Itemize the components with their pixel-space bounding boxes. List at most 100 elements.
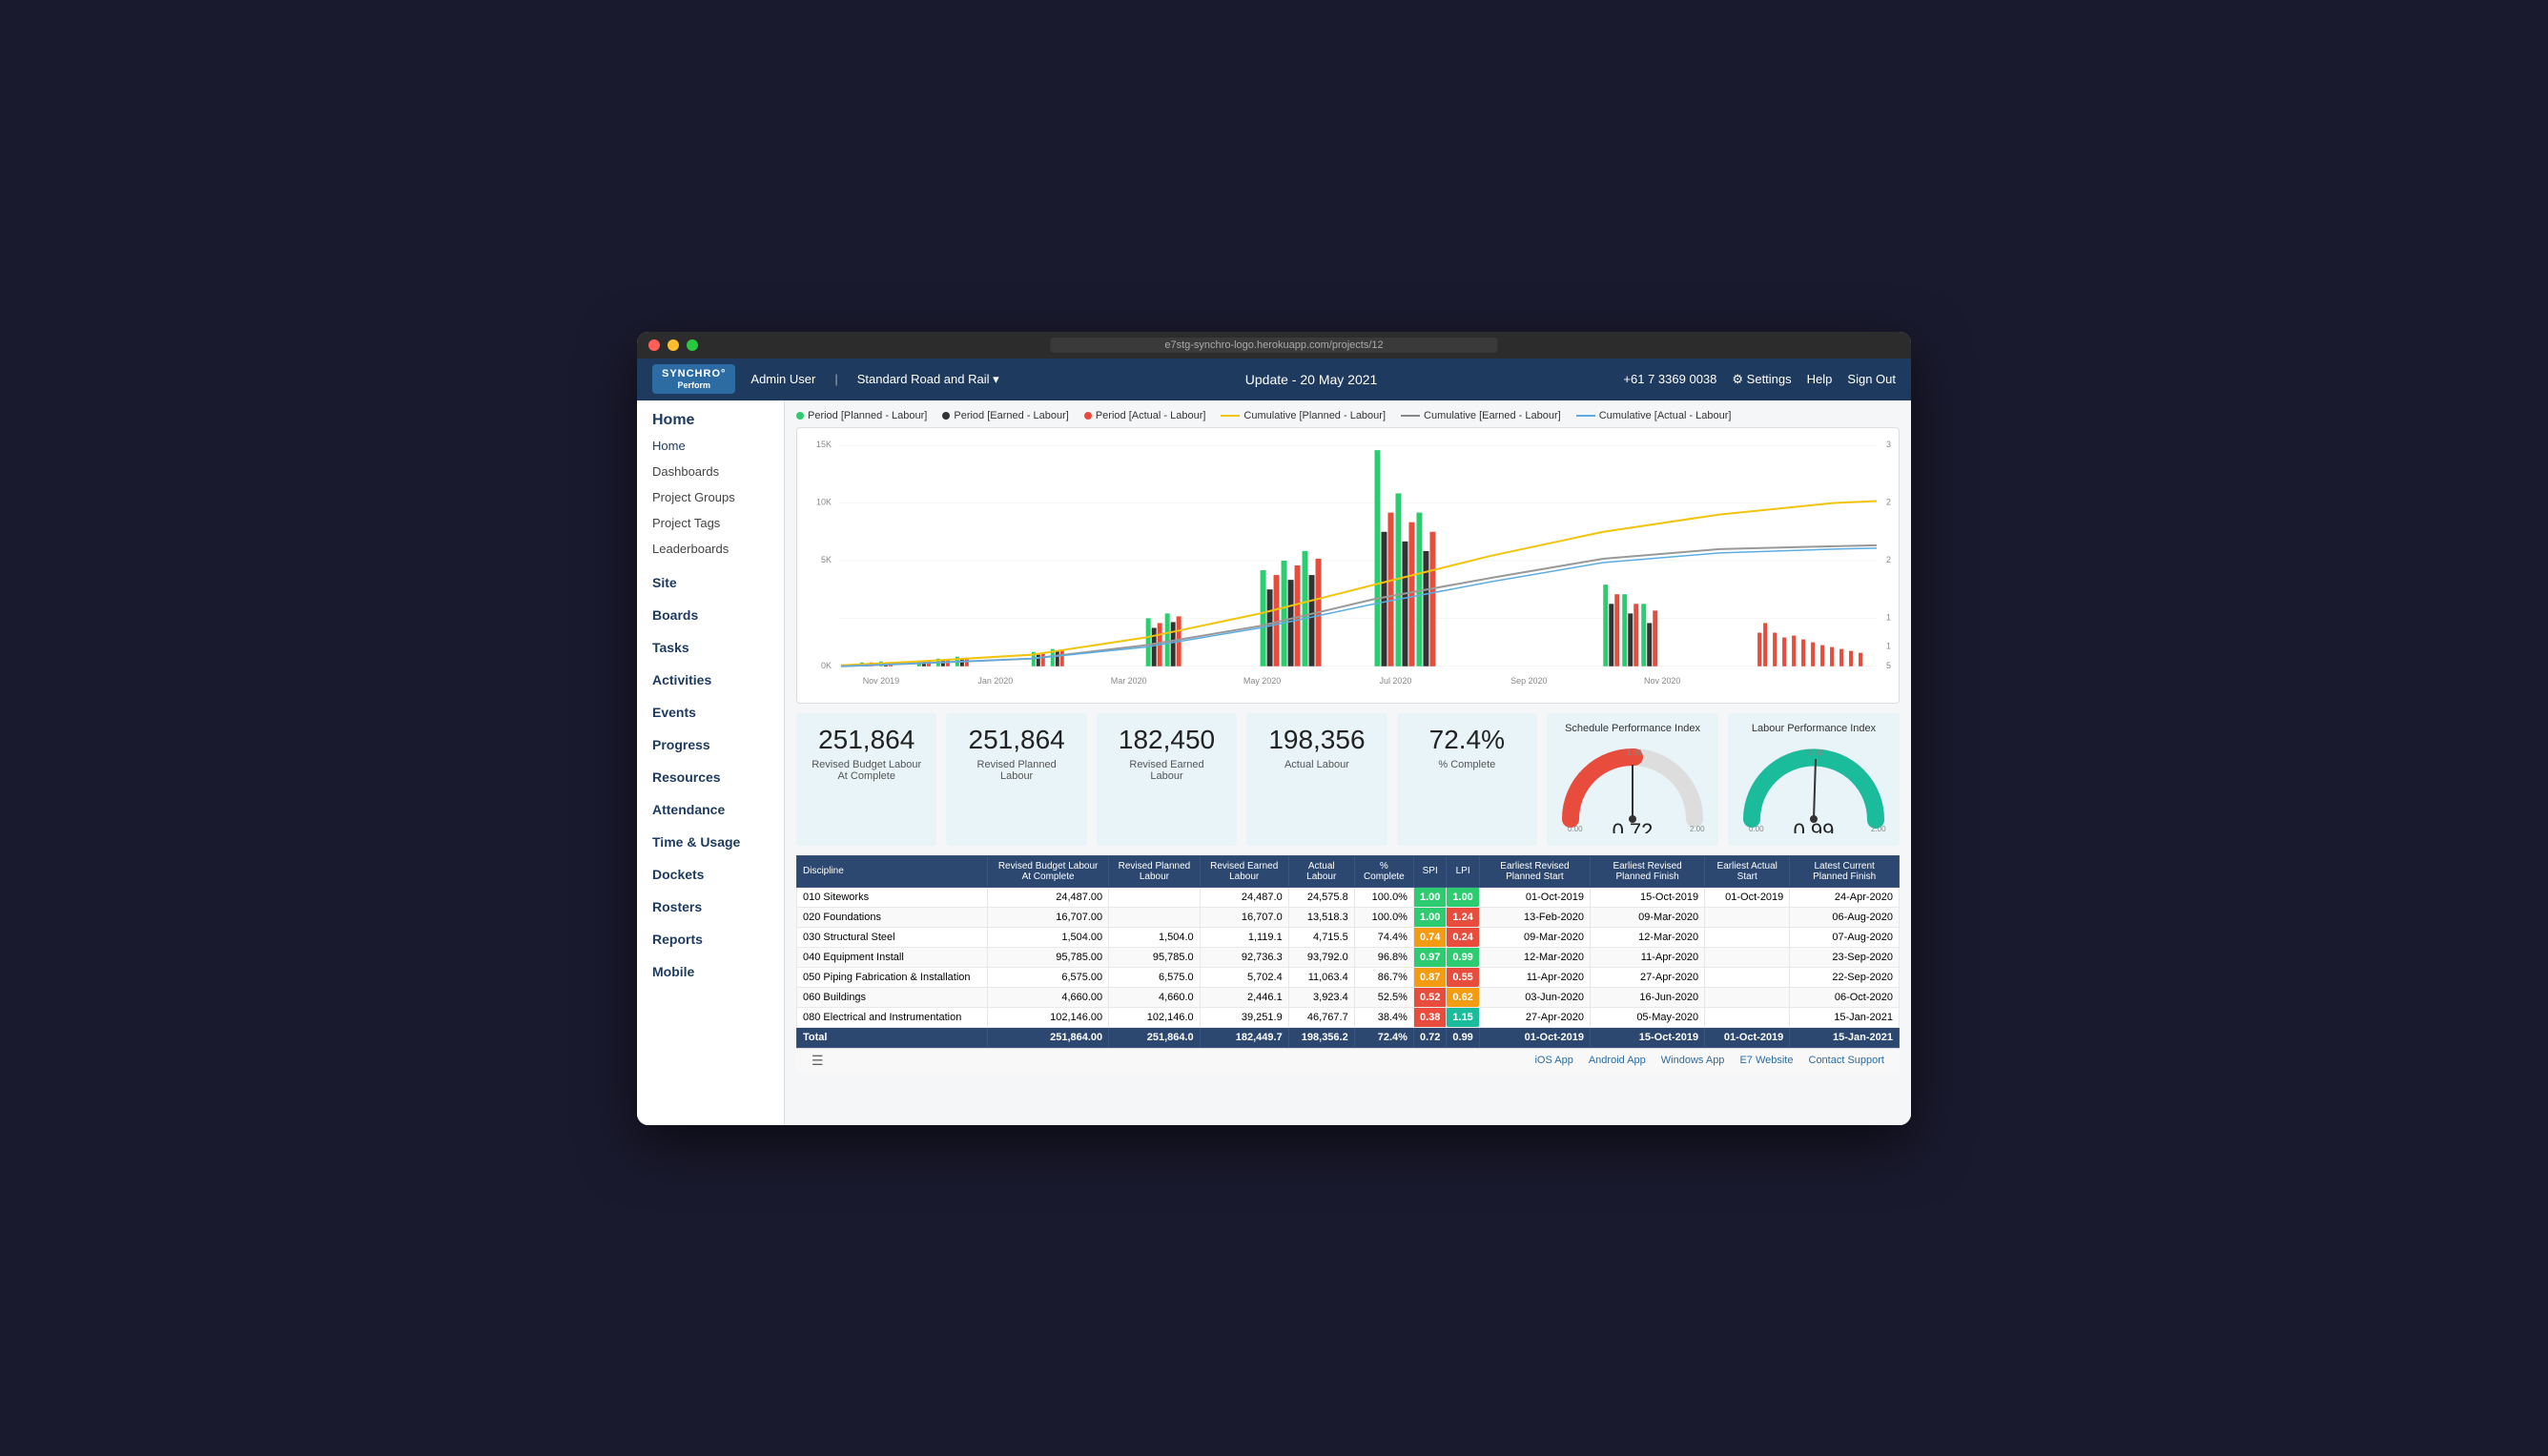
svg-text:200K: 200K xyxy=(1886,554,1891,564)
logo: SYNCHRO° Perform xyxy=(652,364,735,395)
content-wrapper: Home Home Dashboards Project Groups Proj… xyxy=(637,400,1911,1125)
legend-cum-planned: Cumulative [Planned - Labour] xyxy=(1221,410,1386,421)
svg-text:100K: 100K xyxy=(1886,641,1891,650)
svg-text:0K: 0K xyxy=(821,660,832,669)
minimize-button[interactable] xyxy=(668,339,679,351)
svg-text:2.00: 2.00 xyxy=(1871,825,1886,833)
sidebar-section-time-usage: Time & Usage xyxy=(637,821,784,853)
windows-app-link[interactable]: Windows App xyxy=(1661,1055,1725,1066)
help-link[interactable]: Help xyxy=(1807,372,1833,386)
svg-text:0.99: 0.99 xyxy=(1794,819,1835,833)
svg-text:150K: 150K xyxy=(1886,612,1891,622)
data-table: Discipline Revised Budget Labour At Comp… xyxy=(796,855,1900,1048)
col-budget: Revised Budget Labour At Complete xyxy=(988,855,1109,887)
chart-legend: Period [Planned - Labour] Period [Earned… xyxy=(796,410,1900,421)
logo-tagline: Perform xyxy=(677,380,710,391)
sidebar-section-attendance: Attendance xyxy=(637,789,784,821)
project-selector[interactable]: Standard Road and Rail ▾ xyxy=(857,372,999,387)
col-lcp-finish: Latest Current Planned Finish xyxy=(1790,855,1900,887)
legend-line-cum-earned xyxy=(1401,415,1420,417)
table-row: 060 Buildings4,660.004,660.02,446.13,923… xyxy=(797,987,1900,1007)
svg-text:0.00: 0.00 xyxy=(1749,825,1764,833)
lpi-gauge-title: Labour Performance Index xyxy=(1737,723,1890,734)
sidebar-item-project-tags[interactable]: Project Tags xyxy=(637,510,784,536)
sidebar-item-home[interactable]: Home xyxy=(637,433,784,459)
update-label: Update - 20 May 2021 xyxy=(1015,372,1609,387)
spi-gauge-title: Schedule Performance Index xyxy=(1556,723,1709,734)
user-name[interactable]: Admin User xyxy=(750,372,815,386)
col-lpi: LPI xyxy=(1447,855,1479,887)
col-earned: Revised Earned Labour xyxy=(1200,855,1288,887)
kpi-earned-value: 182,450 xyxy=(1112,725,1222,755)
maximize-button[interactable] xyxy=(687,339,698,351)
labour-chart: 15K 10K 5K 0K 300K 250K 200K 150K 100K 5… xyxy=(805,436,1891,695)
lpi-gauge-card: Labour Performance Index 0.99 0.00 1 xyxy=(1728,713,1900,846)
svg-text:Nov 2020: Nov 2020 xyxy=(1644,675,1680,685)
kpi-earned-label: Revised Earned Labour xyxy=(1112,759,1222,782)
kpi-budget-label: Revised Budget Labour At Complete xyxy=(812,759,921,782)
sidebar-item-project-groups[interactable]: Project Groups xyxy=(637,484,784,510)
legend-cum-actual: Cumulative [Actual - Labour] xyxy=(1576,410,1732,421)
table-total-row: Total251,864.00251,864.0182,449.7198,356… xyxy=(797,1027,1900,1047)
svg-text:May 2020: May 2020 xyxy=(1243,675,1281,685)
kpi-budget: 251,864 Revised Budget Labour At Complet… xyxy=(796,713,936,846)
spi-gauge-svg: 0.72 0.00 1.00 2.00 xyxy=(1556,738,1709,833)
legend-dot-actual xyxy=(1084,412,1092,420)
table-row: 020 Foundations16,707.0016,707.013,518.3… xyxy=(797,907,1900,927)
svg-text:Sep 2020: Sep 2020 xyxy=(1510,675,1547,685)
svg-text:Jul 2020: Jul 2020 xyxy=(1379,675,1411,685)
phone-number: +61 7 3369 0038 xyxy=(1623,372,1716,386)
legend-dot-earned xyxy=(942,412,950,420)
sidebar-item-leaderboards[interactable]: Leaderboards xyxy=(637,536,784,562)
sidebar-section-resources: Resources xyxy=(637,756,784,789)
url-bar[interactable]: e7stg-synchro-logo.herokuapp.com/project… xyxy=(1050,338,1497,353)
col-ep-start: Earliest Revised Planned Start xyxy=(1479,855,1590,887)
contact-support-link[interactable]: Contact Support xyxy=(1809,1055,1885,1066)
ios-app-link[interactable]: iOS App xyxy=(1534,1055,1572,1066)
kpi-actual-value: 198,356 xyxy=(1262,725,1371,755)
sidebar-item-dashboards[interactable]: Dashboards xyxy=(637,459,784,484)
svg-text:0.00: 0.00 xyxy=(1568,825,1583,833)
hamburger-icon[interactable]: ☰ xyxy=(812,1053,824,1069)
sidebar: Home Home Dashboards Project Groups Proj… xyxy=(637,400,785,1125)
kpi-actual-label: Actual Labour xyxy=(1262,759,1371,770)
table-row: 080 Electrical and Instrumentation102,14… xyxy=(797,1007,1900,1027)
table-row: 050 Piping Fabrication & Installation6,5… xyxy=(797,967,1900,987)
kpi-earned: 182,450 Revised Earned Labour xyxy=(1097,713,1237,846)
col-ep-finish: Earliest Revised Planned Finish xyxy=(1591,855,1705,887)
close-button[interactable] xyxy=(648,339,660,351)
sidebar-section-reports: Reports xyxy=(637,918,784,951)
header-right: +61 7 3369 0038 ⚙ Settings Help Sign Out xyxy=(1623,372,1896,387)
svg-text:2.00: 2.00 xyxy=(1690,825,1705,833)
col-actual: Actual Labour xyxy=(1288,855,1354,887)
header-nav: Admin User | Standard Road and Rail ▾ xyxy=(750,372,998,387)
sidebar-section-home: Home xyxy=(637,400,784,433)
legend-line-cum-actual xyxy=(1576,415,1595,417)
sidebar-section-progress: Progress xyxy=(637,724,784,756)
footer-links: iOS App Android App Windows App E7 Websi… xyxy=(1534,1055,1884,1066)
e7-website-link[interactable]: E7 Website xyxy=(1739,1055,1793,1066)
legend-actual-labour: Period [Actual - Labour] xyxy=(1084,410,1206,421)
legend-line-cum-planned xyxy=(1221,415,1240,417)
logo-name: SYNCHRO° xyxy=(662,368,726,380)
sidebar-section-events: Events xyxy=(637,691,784,724)
kpi-planned: 251,864 Revised Planned Labour xyxy=(946,713,1086,846)
table-row: 030 Structural Steel1,504.001,504.01,119… xyxy=(797,927,1900,947)
table-row: 040 Equipment Install95,785.0095,785.092… xyxy=(797,947,1900,967)
signout-link[interactable]: Sign Out xyxy=(1847,372,1896,386)
svg-text:Mar 2020: Mar 2020 xyxy=(1111,675,1147,685)
app-header: SYNCHRO° Perform Admin User | Standard R… xyxy=(637,359,1911,400)
svg-text:15K: 15K xyxy=(816,440,832,449)
kpi-planned-value: 251,864 xyxy=(961,725,1071,755)
col-discipline: Discipline xyxy=(797,855,988,887)
settings-link[interactable]: ⚙ Settings xyxy=(1732,372,1791,387)
kpi-planned-label: Revised Planned Labour xyxy=(961,759,1071,782)
app-window: e7stg-synchro-logo.herokuapp.com/project… xyxy=(637,332,1911,1125)
sidebar-section-rosters: Rosters xyxy=(637,886,784,918)
kpi-pct-label: % Complete xyxy=(1412,759,1522,770)
legend-planned-labour: Period [Planned - Labour] xyxy=(796,410,927,421)
sidebar-section-dockets: Dockets xyxy=(637,853,784,886)
table-row: 010 Siteworks24,487.0024,487.024,575.810… xyxy=(797,887,1900,907)
footer-bar: ☰ iOS App Android App Windows App E7 Web… xyxy=(796,1048,1900,1073)
android-app-link[interactable]: Android App xyxy=(1589,1055,1646,1066)
